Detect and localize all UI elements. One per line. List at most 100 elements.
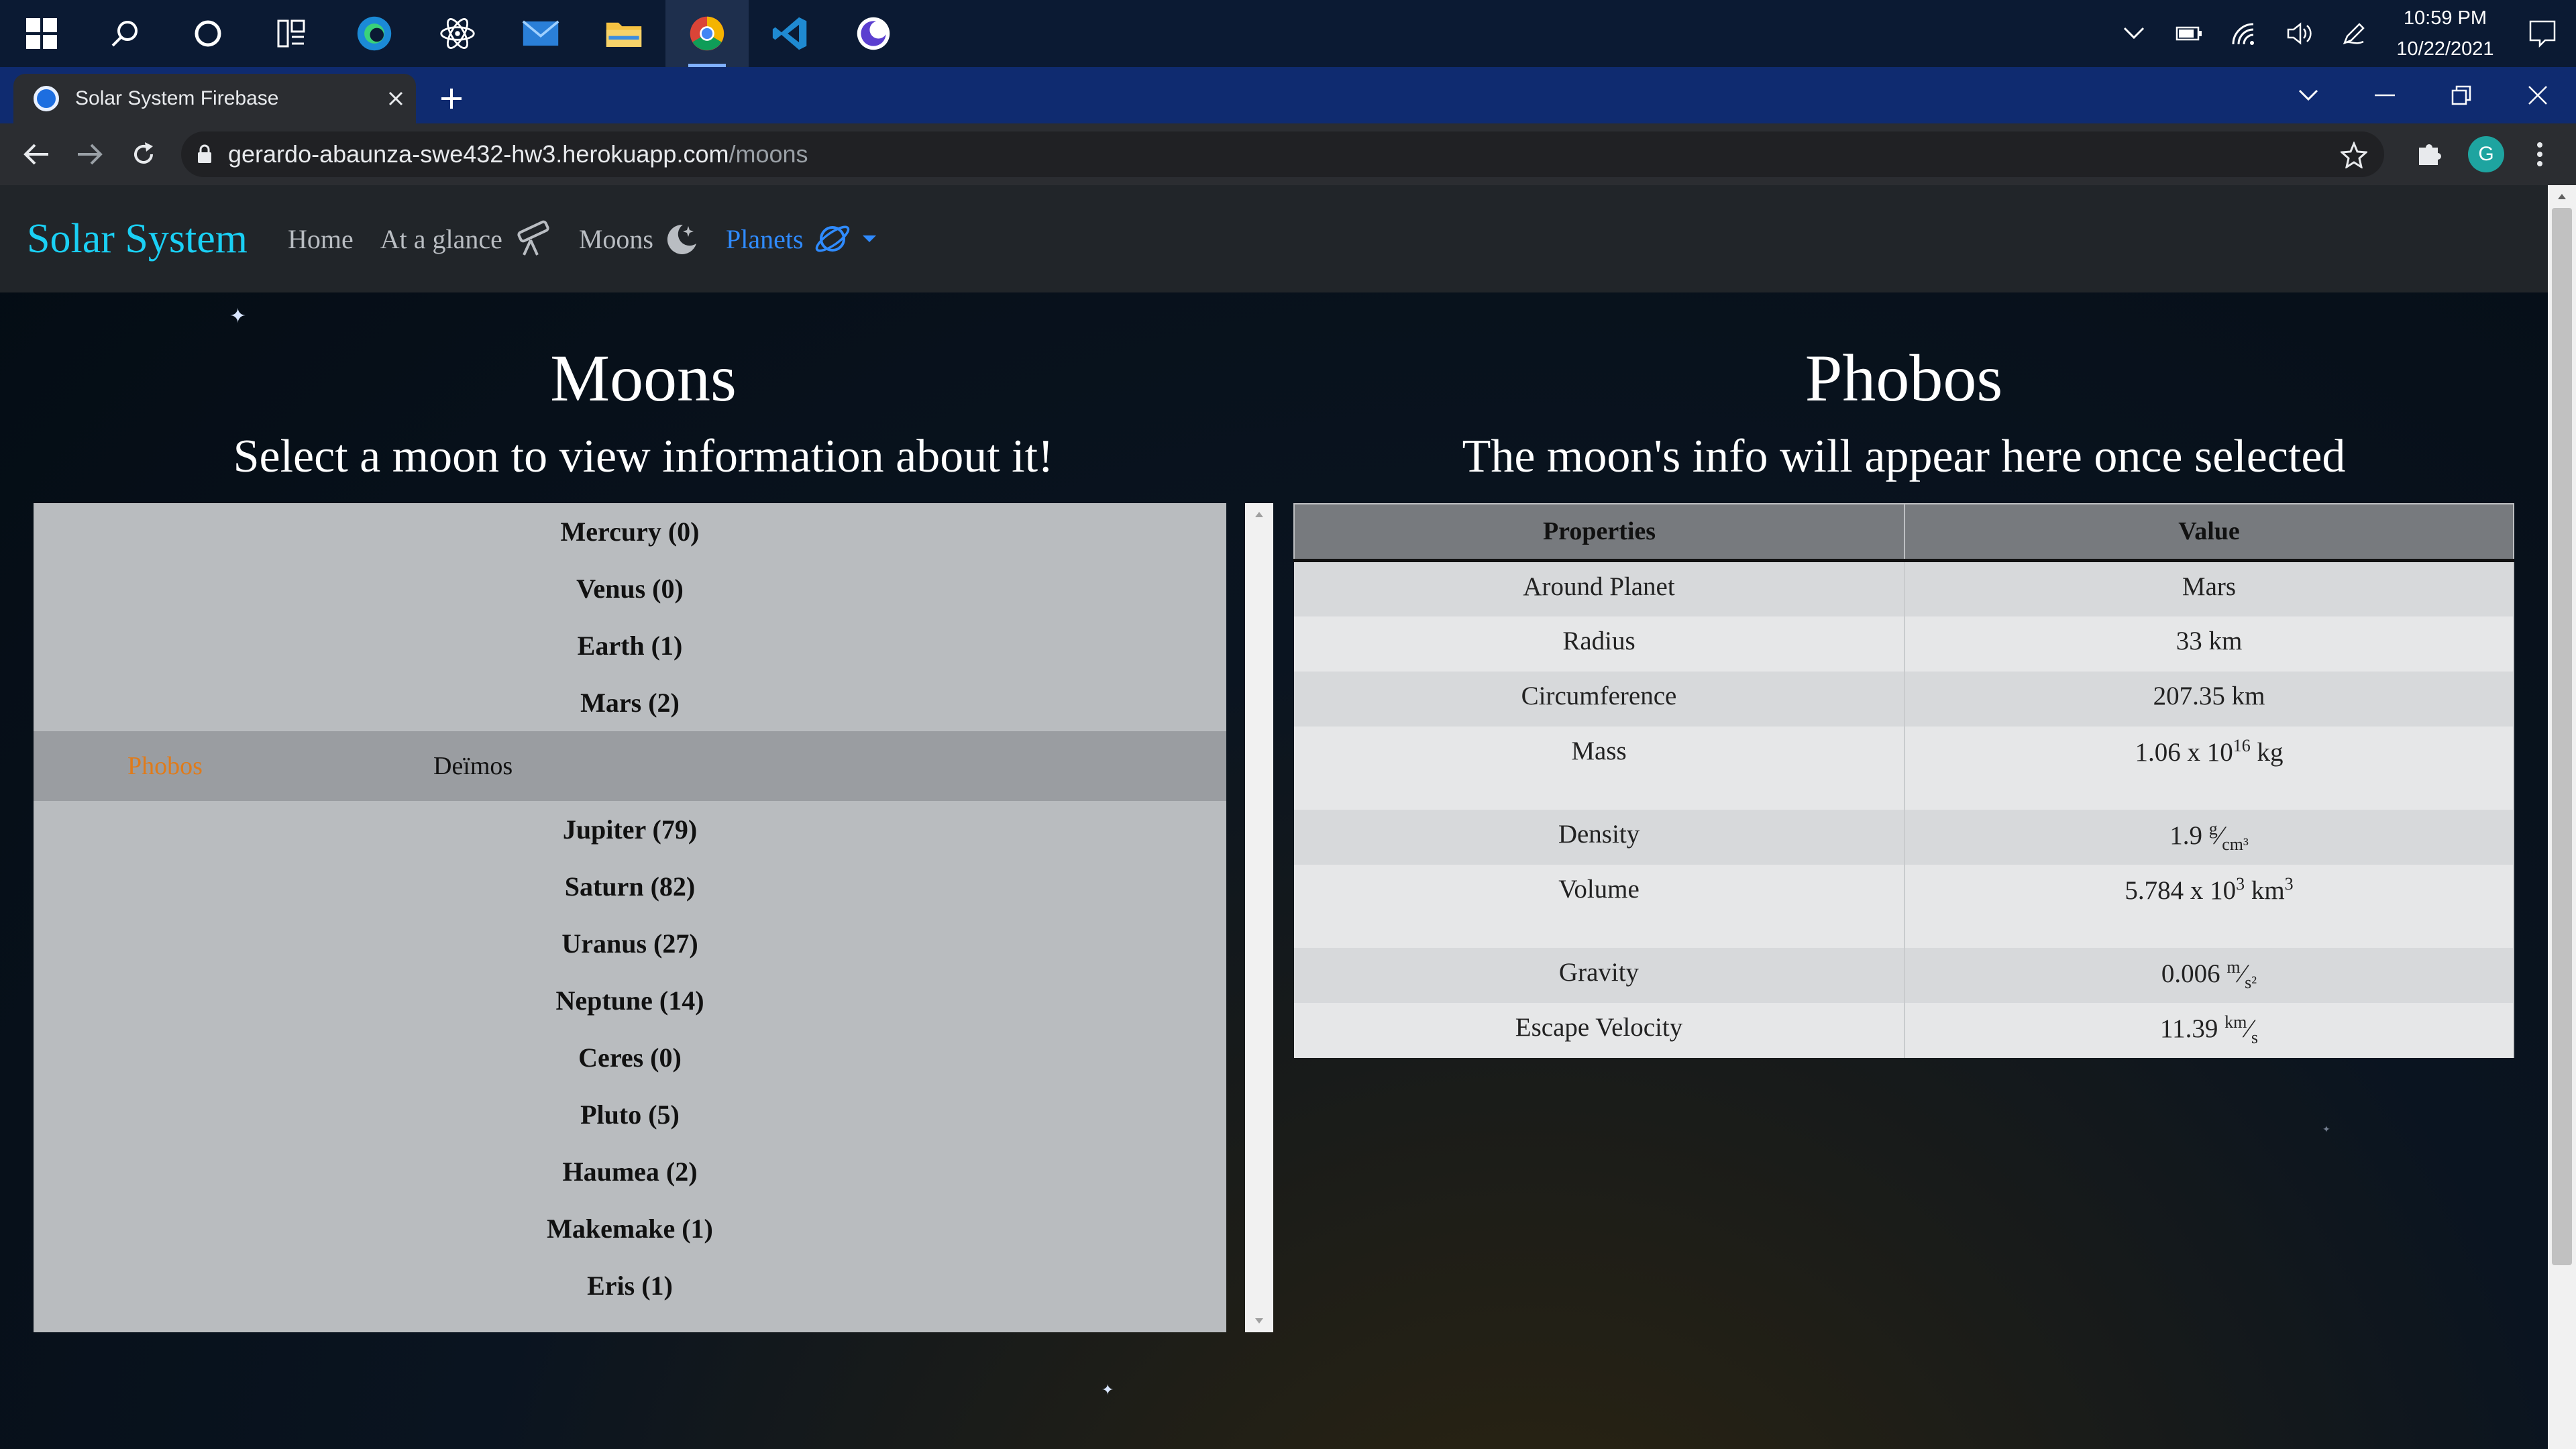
vscode-taskbar-button[interactable] — [749, 0, 832, 67]
table-row: Mass 1.06 x 1016 kg — [1294, 727, 2514, 810]
forward-button[interactable] — [66, 130, 114, 178]
selected-moon-heading: Phobos — [1805, 341, 2003, 415]
minimize-icon — [2375, 94, 2395, 97]
value-main: 0.006 — [2161, 959, 2227, 988]
new-tab-button[interactable] — [429, 76, 474, 121]
battery-icon[interactable] — [2161, 0, 2216, 67]
wifi-icon[interactable] — [2216, 0, 2271, 67]
planet-item-ceres[interactable]: Ceres (0) — [34, 1029, 1226, 1086]
planet-item-mars[interactable]: Mars (2) — [34, 674, 1226, 731]
address-bar[interactable]: gerardo-abaunza-swe432-hw3.herokuapp.com… — [181, 131, 2384, 177]
tab-title: Solar System Firebase — [75, 87, 279, 109]
page-scrollbar[interactable] — [2548, 185, 2576, 1449]
app-taskbar-button[interactable] — [832, 0, 915, 67]
planet-item-neptune[interactable]: Neptune (14) — [34, 972, 1226, 1029]
property-label: Gravity — [1294, 948, 1905, 1003]
back-button[interactable] — [12, 130, 60, 178]
puzzle-icon — [2419, 144, 2441, 165]
nav-planets-dropdown[interactable]: Planets — [726, 219, 877, 258]
bookmark-star-icon[interactable] — [2337, 138, 2371, 172]
avatar: G — [2468, 136, 2504, 172]
property-value: 0.006 m⁄s² — [1904, 948, 2514, 1003]
nav-moons[interactable]: Moons — [579, 221, 699, 257]
browser-tab-strip: Solar System Firebase — [0, 67, 2576, 123]
moons-heading: Moons — [550, 341, 737, 415]
planet-item-earth[interactable]: Earth (1) — [34, 617, 1226, 674]
moon-app-icon — [855, 15, 892, 52]
start-button[interactable] — [0, 0, 83, 67]
brand-link[interactable]: Solar System — [27, 215, 248, 263]
notifications-button[interactable] — [2509, 0, 2576, 67]
search-button[interactable] — [83, 0, 166, 67]
close-window-button[interactable] — [2500, 67, 2576, 123]
chrome-menu-button[interactable] — [2516, 130, 2564, 178]
value-unit-numerator: m — [2226, 957, 2241, 977]
star-decoration: ✦ — [229, 305, 247, 328]
edge-taskbar-button[interactable] — [333, 0, 416, 67]
column-header-value: Value — [1904, 503, 2514, 562]
nav-planets-label: Planets — [726, 223, 804, 254]
chrome-icon — [688, 15, 726, 52]
mail-taskbar-button[interactable] — [499, 0, 582, 67]
file-explorer-taskbar-button[interactable] — [582, 0, 665, 67]
cortana-button[interactable] — [166, 0, 250, 67]
reload-button[interactable] — [119, 130, 168, 178]
value-unit-exponent: 3 — [2284, 874, 2294, 894]
restore-button[interactable] — [2423, 67, 2500, 123]
system-clock[interactable]: 10:59 PM 10/22/2021 — [2381, 3, 2509, 64]
tab-close-button[interactable] — [376, 78, 416, 119]
planet-item-uranus[interactable]: Uranus (27) — [34, 915, 1226, 972]
property-label: Density — [1294, 810, 1905, 865]
arrow-left-icon — [23, 144, 48, 165]
cortana-circle-icon — [189, 15, 227, 52]
planet-item-eris[interactable]: Eris (1) — [34, 1257, 1226, 1314]
show-hidden-icons-icon[interactable] — [2106, 0, 2161, 67]
list-scrollbar[interactable] — [1245, 503, 1273, 1332]
profile-button[interactable]: G — [2462, 130, 2510, 178]
planet-item-haumea[interactable]: Haumea (2) — [34, 1143, 1226, 1200]
lock-icon — [181, 144, 228, 164]
planet-item-makemake[interactable]: Makemake (1) — [34, 1200, 1226, 1257]
scroll-down-icon[interactable] — [1245, 1311, 1273, 1331]
property-label: Radius — [1294, 616, 1905, 672]
windows-taskbar: 10:59 PM 10/22/2021 — [0, 0, 2576, 67]
scroll-up-icon[interactable] — [2548, 185, 2576, 208]
star-decoration: ✦ — [1102, 1382, 1114, 1399]
plus-icon — [441, 89, 462, 109]
table-row: Escape Velocity 11.39 km⁄s — [1294, 1003, 2514, 1058]
property-value: 1.9 g⁄cm³ — [1904, 810, 2514, 865]
url-host: gerardo-abaunza-swe432-hw3.herokuapp.com — [228, 140, 729, 168]
minimize-button[interactable] — [2347, 67, 2423, 123]
planet-item-pluto[interactable]: Pluto (5) — [34, 1086, 1226, 1143]
table-row: Circumference 207.35 km — [1294, 672, 2514, 727]
close-icon — [388, 91, 403, 106]
planet-item-venus[interactable]: Venus (0) — [34, 560, 1226, 617]
pen-icon[interactable] — [2326, 0, 2381, 67]
planet-item-jupiter[interactable]: Jupiter (79) — [34, 801, 1226, 858]
nav-home[interactable]: Home — [288, 223, 354, 255]
site-favicon-icon — [34, 86, 59, 111]
table-row: Density 1.9 g⁄cm³ — [1294, 810, 2514, 865]
nav-at-a-glance[interactable]: At a glance — [380, 220, 552, 258]
clock-time: 10:59 PM — [2403, 7, 2487, 29]
moon-item-deimos[interactable]: Deïmos — [433, 751, 513, 781]
tab-search-button[interactable] — [2270, 67, 2347, 123]
planet-item-mercury[interactable]: Mercury (0) — [34, 503, 1226, 560]
scroll-up-icon[interactable] — [1245, 504, 1273, 525]
moon-item-phobos[interactable]: Phobos — [127, 751, 203, 781]
mars-moons-row: Phobos Deïmos — [34, 731, 1226, 801]
extensions-button[interactable] — [2406, 130, 2454, 178]
star-decoration: ✦ — [2322, 1124, 2330, 1135]
search-icon — [106, 15, 144, 52]
value-unit-denominator: s — [2251, 1027, 2258, 1047]
value-exponent: 16 — [2233, 736, 2251, 755]
planet-item-saturn[interactable]: Saturn (82) — [34, 858, 1226, 915]
chrome-taskbar-button[interactable] — [665, 0, 749, 67]
task-view-button[interactable] — [250, 0, 333, 67]
value-unit-denominator: s² — [2245, 972, 2257, 992]
scrollbar-thumb[interactable] — [2552, 208, 2572, 1265]
volume-icon[interactable] — [2271, 0, 2326, 67]
browser-tab[interactable]: Solar System Firebase — [13, 74, 416, 123]
atom-taskbar-button[interactable] — [416, 0, 499, 67]
property-label: Circumference — [1294, 672, 1905, 727]
